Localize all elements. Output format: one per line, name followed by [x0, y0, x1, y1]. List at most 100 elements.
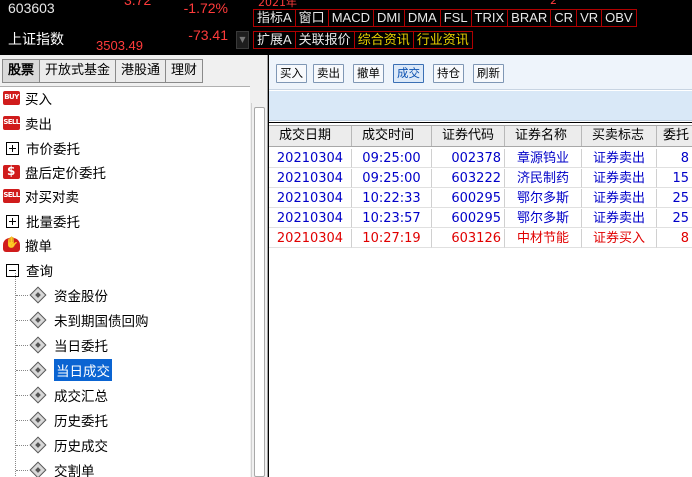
cell-date: 20210304 [269, 229, 352, 248]
col-security-code[interactable]: 证券代码 [432, 126, 505, 146]
tree-item-label: 买入 [25, 92, 52, 108]
indicator-tab-brar[interactable]: BRAR [508, 9, 552, 27]
tree-item-repo[interactable]: 未到期国债回购 [16, 308, 149, 332]
indicator-tab-zhibiao[interactable]: 指标A [253, 9, 296, 27]
tree-item-history-orders[interactable]: 历史委托 [16, 408, 108, 432]
query-node-icon [28, 287, 48, 303]
expand-plus-icon[interactable] [6, 141, 19, 155]
tab-wealth[interactable]: 理财 [166, 59, 204, 83]
cell-extra: 15 [657, 169, 692, 188]
tree-item-buy[interactable]: 买入 [3, 87, 52, 110]
cell-name: 鄂尔多斯 [505, 189, 582, 208]
tree-item-label: 未到期国债回购 [54, 314, 149, 330]
col-order[interactable]: 委托 [657, 126, 692, 146]
query-node-icon [28, 312, 48, 328]
table-row[interactable]: 20210304 10:23:57 600295 鄂尔多斯 证券卖出 25 [269, 209, 692, 229]
tree-item-label: 市价委托 [26, 142, 80, 158]
tab-open-funds[interactable]: 开放式基金 [40, 59, 117, 83]
refresh-button[interactable]: 刷新 [473, 64, 504, 83]
table-row[interactable]: 20210304 09:25:00 002378 章源钨业 证券卖出 8 [269, 149, 692, 169]
chevron-down-icon[interactable]: ▼ [236, 31, 249, 49]
cell-name: 章源钨业 [505, 149, 582, 168]
tree-item-after-hours[interactable]: 盘后定价委托 [3, 160, 106, 184]
indicator-tab-macd[interactable]: MACD [328, 9, 374, 27]
cell-date: 20210304 [269, 169, 352, 188]
index-quote-row[interactable]: 上证指数 3503.49 -73.41 [0, 27, 250, 54]
extension-tab[interactable]: 扩展A [253, 31, 296, 49]
table-row[interactable]: 20210304 10:27:19 603126 中材节能 证券买入 8 [269, 229, 692, 249]
tree-item-label: 对买对卖 [25, 190, 79, 206]
tree-item-sell[interactable]: 卖出 [3, 111, 52, 135]
cell-date: 20210304 [269, 149, 352, 168]
cancel-order-button[interactable]: 撤单 [353, 64, 384, 83]
query-node-icon [28, 462, 48, 477]
tree-item-cross-trade[interactable]: 对买对卖 [3, 184, 79, 208]
cell-extra: 8 [657, 149, 692, 168]
cell-extra: 25 [657, 209, 692, 228]
tree-item-deal-summary[interactable]: 成交汇总 [16, 383, 108, 407]
deals-table: 成交日期 成交时间 证券代码 证券名称 买卖标志 委托 20210304 09:… [269, 122, 692, 477]
index-name: 上证指数 [8, 31, 64, 47]
sell-button[interactable]: 卖出 [313, 64, 344, 83]
tree-item-label: 卖出 [25, 117, 52, 133]
indicator-tab-vr[interactable]: VR [577, 9, 603, 27]
general-news-tab[interactable]: 综合资讯 [354, 31, 414, 49]
indicator-tab-trix[interactable]: TRIX [471, 9, 509, 27]
after-hours-price-icon [3, 164, 20, 179]
tree-item-today-deals[interactable]: 当日成交 [16, 358, 112, 382]
tree-item-market-order[interactable]: 市价委托 [6, 136, 80, 160]
indicator-tab-window[interactable]: 窗口 [295, 9, 329, 27]
buy-icon [3, 91, 20, 105]
tree-item-label: 成交汇总 [54, 389, 108, 405]
tab-stocks[interactable]: 股票 [2, 59, 41, 83]
stock-price: 3.72 [124, 0, 152, 8]
indicator-tab-obv[interactable]: OBV [602, 9, 637, 27]
cell-time: 09:25:00 [352, 169, 432, 188]
cell-extra: 8 [657, 229, 692, 248]
tree-item-today-orders[interactable]: 当日委托 [16, 333, 108, 357]
table-row[interactable]: 20210304 10:22:33 600295 鄂尔多斯 证券卖出 25 [269, 189, 692, 209]
indicator-tab-fsl[interactable]: FSL [440, 9, 472, 27]
related-quote-tab[interactable]: 关联报价 [295, 31, 355, 49]
tree-item-funds-positions[interactable]: 资金股份 [16, 283, 108, 307]
partial-top-text-right: 2 [550, 0, 557, 7]
tree-item-label: 交割单 [54, 464, 95, 477]
buy-button[interactable]: 买入 [276, 64, 307, 83]
col-side[interactable]: 买卖标志 [582, 126, 657, 146]
table-row[interactable]: 20210304 09:25:00 603222 济民制药 证券卖出 15 [269, 169, 692, 189]
query-node-icon [28, 437, 48, 453]
scrollbar-thumb[interactable] [254, 107, 265, 477]
col-deal-date[interactable]: 成交日期 [269, 126, 352, 146]
stock-quote-row[interactable]: 603603 3.72 -1.72% [0, 0, 250, 27]
col-security-name[interactable]: 证券名称 [505, 126, 582, 146]
collapse-minus-icon[interactable] [6, 263, 19, 277]
cell-code: 603126 [432, 229, 505, 248]
tree-item-cancel-order[interactable]: 撤单 [3, 233, 52, 257]
index-price: 3503.49 [96, 38, 143, 53]
col-deal-time[interactable]: 成交时间 [352, 126, 432, 146]
deals-button[interactable]: 成交 [393, 64, 424, 83]
indicator-tab-dma[interactable]: DMA [404, 9, 441, 27]
stock-change-percent: -1.72% [183, 0, 228, 16]
cell-side: 证券卖出 [582, 189, 657, 208]
cell-time: 10:22:33 [352, 189, 432, 208]
indicator-tab-cr[interactable]: CR [551, 9, 578, 27]
expand-plus-icon[interactable] [6, 214, 19, 228]
query-node-icon [28, 337, 48, 353]
tree-item-label: 盘后定价委托 [25, 166, 106, 182]
tree-item-history-deals[interactable]: 历史成交 [16, 433, 108, 457]
positions-button[interactable]: 持仓 [433, 64, 464, 83]
tree-scrollbar[interactable] [251, 103, 267, 477]
cell-extra: 25 [657, 189, 692, 208]
indicator-tab-dmi[interactable]: DMI [373, 9, 405, 27]
index-change: -73.41 [188, 27, 228, 43]
query-node-icon [28, 387, 48, 403]
industry-news-tab[interactable]: 行业资讯 [413, 31, 473, 49]
tree-item-query[interactable]: 查询 [6, 258, 53, 282]
tree-item-batch-order[interactable]: 批量委托 [6, 209, 80, 233]
tree-item-delivery-slip[interactable]: 交割单 [16, 458, 95, 477]
tab-hk-connect[interactable]: 港股通 [116, 59, 167, 83]
tree-item-label: 撤单 [25, 239, 52, 255]
cell-side: 证券卖出 [582, 149, 657, 168]
cell-code: 603222 [432, 169, 505, 188]
